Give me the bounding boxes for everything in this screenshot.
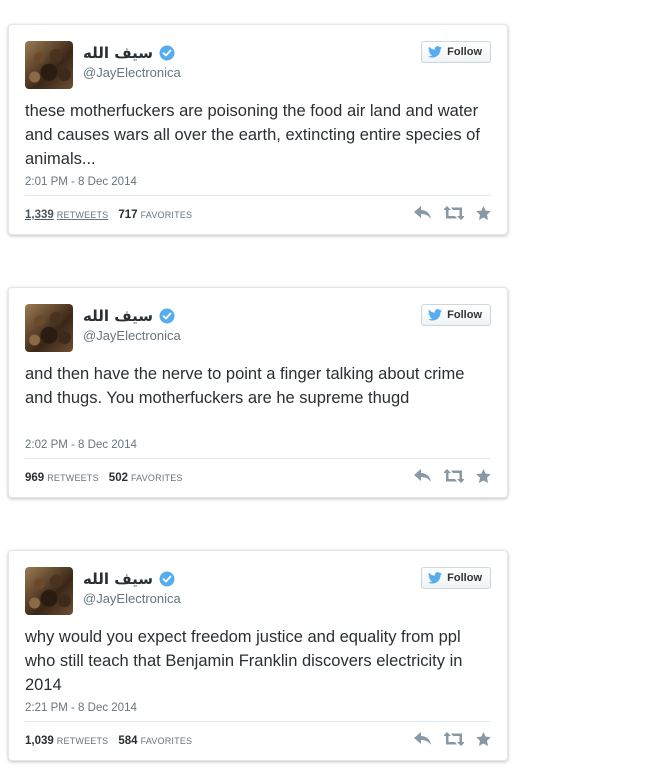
twitter-bird-icon [428,46,443,58]
verified-badge-icon [159,45,175,61]
verified-badge-icon [159,571,175,587]
favorite-count[interactable]: 584 [118,735,137,747]
author-name-row: سيف الله [83,568,175,590]
favorites-label[interactable]: FAVORITES [141,210,193,220]
retweet-icon[interactable] [444,469,464,483]
display-name[interactable]: سيف الله [83,307,153,325]
handle[interactable]: @JayElectronica [83,328,181,343]
retweets-label[interactable]: RETWEETS [47,473,99,483]
follow-label: Follow [447,46,482,58]
tweet-stats: 969 RETWEETS 502 FAVORITES [25,472,193,484]
retweet-count[interactable]: 1,039 [25,735,54,747]
tweet-actions [402,469,491,483]
author-name-row: سيف الله [83,305,175,327]
tweet-text: these motherfuckers are poisoning the fo… [25,102,480,168]
favorite-count[interactable]: 717 [118,209,137,221]
twitter-bird-icon [428,572,443,584]
tweet-stats: 1,039 RETWEETS 584 FAVORITES [25,735,202,747]
reply-icon[interactable] [414,206,432,220]
tweet-text: and then have the nerve to point a finge… [25,365,465,407]
favorites-label[interactable]: FAVORITES [131,473,183,483]
follow-button[interactable]: Follow [421,304,491,326]
display-name[interactable]: سيف الله [83,44,153,62]
divider [25,458,491,459]
handle[interactable]: @JayElectronica [83,591,181,606]
author-name-row: سيف الله [83,42,175,64]
retweets-label[interactable]: RETWEETS [57,736,109,746]
tweet-card: سيف الله @JayElectronica Follow why woul… [8,550,508,761]
verified-badge-icon [159,308,175,324]
tweet-actions [402,732,491,746]
display-name[interactable]: سيف الله [83,570,153,588]
tweet-stats: 1,339 RETWEETS 717 FAVORITES [25,209,202,221]
timestamp[interactable]: 2:21 PM - 8 Dec 2014 [25,702,137,714]
tweet-card: سيف الله @JayElectronica Follow and then… [8,287,508,498]
avatar[interactable] [25,304,73,352]
favorite-star-icon[interactable] [476,469,491,483]
retweet-icon[interactable] [444,206,464,220]
handle[interactable]: @JayElectronica [83,65,181,80]
favorite-star-icon[interactable] [476,206,491,220]
favorites-label[interactable]: FAVORITES [141,736,193,746]
twitter-bird-icon [428,309,443,321]
follow-button[interactable]: Follow [421,567,491,589]
follow-label: Follow [447,572,482,584]
favorite-count[interactable]: 502 [109,472,128,484]
follow-button[interactable]: Follow [421,41,491,63]
retweet-count[interactable]: 1,339 [25,209,54,221]
timestamp[interactable]: 2:02 PM - 8 Dec 2014 [25,439,137,451]
tweet-text: why would you expect freedom justice and… [25,628,463,694]
divider [25,195,491,196]
tweet-actions [402,206,491,220]
timestamp[interactable]: 2:01 PM - 8 Dec 2014 [25,176,137,188]
divider [25,721,491,722]
tweet-card: سيف الله @JayElectronica Follow these mo… [8,24,508,235]
retweet-icon[interactable] [444,732,464,746]
retweet-count[interactable]: 969 [25,472,44,484]
avatar[interactable] [25,567,73,615]
avatar[interactable] [25,41,73,89]
follow-label: Follow [447,309,482,321]
reply-icon[interactable] [414,469,432,483]
favorite-star-icon[interactable] [476,732,491,746]
retweets-label[interactable]: RETWEETS [57,210,109,220]
reply-icon[interactable] [414,732,432,746]
